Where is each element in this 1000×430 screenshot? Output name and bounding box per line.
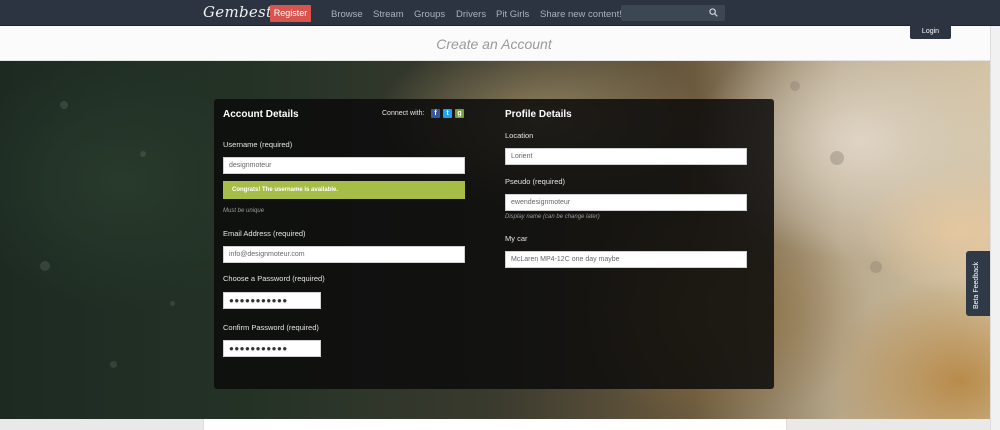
profile-details-title: Profile Details — [505, 109, 572, 120]
content-card — [203, 419, 787, 430]
nav-link-browse[interactable]: Browse — [331, 9, 363, 20]
twitter-icon[interactable]: t — [443, 109, 452, 118]
beta-feedback-tab[interactable]: Beta Feedback — [966, 251, 990, 316]
scrollbar[interactable] — [990, 26, 1000, 430]
nav-link-drivers[interactable]: Drivers — [456, 9, 486, 20]
username-available-message: Congrats! The username is available. — [223, 181, 465, 199]
location-field[interactable]: Lorient — [505, 148, 747, 165]
search-input[interactable] — [621, 5, 725, 21]
email-label: Email Address (required) — [223, 229, 306, 238]
confirm-password-label: Confirm Password (required) — [223, 323, 319, 332]
username-field[interactable]: designmoteur — [223, 157, 465, 174]
pseudo-label: Pseudo (required) — [505, 177, 566, 186]
login-button[interactable]: Login — [910, 25, 951, 39]
pseudo-field[interactable]: ewendesignmoteur — [505, 194, 747, 211]
signup-form-panel: Account Details Connect with: f t g User… — [214, 99, 774, 389]
nav-link-groups[interactable]: Groups — [414, 9, 445, 20]
location-label: Location — [505, 131, 534, 140]
top-navigation: Gembest Register Browse Stream Groups Dr… — [0, 0, 1000, 26]
car-label: My car — [505, 234, 528, 243]
nav-link-share-content[interactable]: Share new content! — [540, 9, 622, 20]
password-field[interactable]: ●●●●●●●●●●● — [223, 292, 321, 309]
nav-link-pit-girls[interactable]: Pit Girls — [496, 9, 529, 20]
password-label: Choose a Password (required) — [223, 274, 325, 283]
username-hint: Must be unique — [223, 208, 265, 214]
username-label: Username (required) — [223, 140, 293, 149]
facebook-icon[interactable]: f — [431, 109, 440, 118]
page-title: Create an Account — [436, 36, 552, 52]
nav-link-stream[interactable]: Stream — [373, 9, 404, 20]
car-field[interactable]: McLaren MP4-12C one day maybe — [505, 251, 747, 268]
search-icon[interactable] — [709, 8, 718, 17]
pseudo-hint: Display name (can be change later) — [505, 214, 600, 220]
site-logo[interactable]: Gembest — [203, 3, 272, 21]
connect-with-label: Connect with: — [382, 110, 425, 117]
confirm-password-field[interactable]: ●●●●●●●●●●● — [223, 340, 321, 357]
account-details-title: Account Details — [223, 109, 299, 120]
register-button[interactable]: Register — [270, 5, 311, 22]
beta-feedback-label: Beta Feedback — [973, 261, 980, 309]
google-icon[interactable]: g — [455, 109, 464, 118]
email-field[interactable]: info@designmoteur.com — [223, 246, 465, 263]
